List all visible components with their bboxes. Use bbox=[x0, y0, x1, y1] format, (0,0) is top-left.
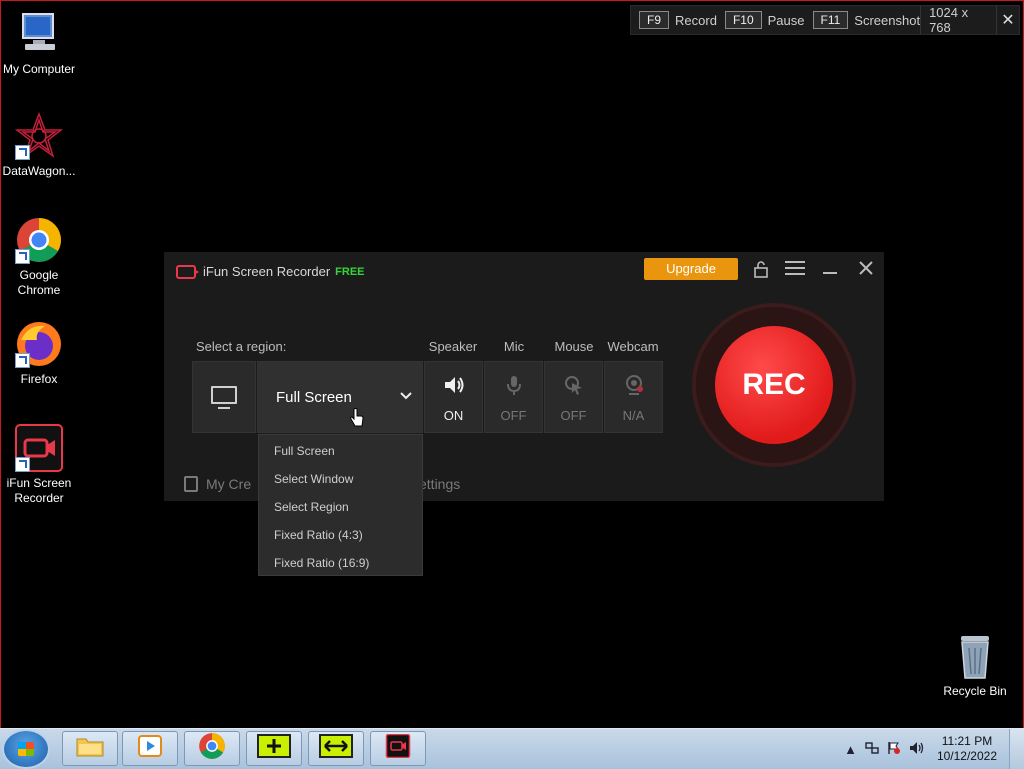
resolution-readout: 1024 x 768 bbox=[920, 5, 998, 35]
clock-time: 11:21 PM bbox=[941, 734, 993, 748]
rec-button[interactable]: REC bbox=[715, 326, 833, 444]
ifun-recorder-icon bbox=[385, 733, 411, 763]
record-hotkey-label: Record bbox=[675, 12, 717, 28]
menu-item-select-window[interactable]: Select Window bbox=[259, 465, 422, 493]
region-dropdown-menu: Full Screen Select Window Select Region … bbox=[258, 434, 423, 576]
webcam-label: Webcam bbox=[607, 339, 659, 354]
speaker-icon bbox=[425, 374, 482, 402]
app-name: iFun Screen Recorder bbox=[203, 264, 331, 279]
taskbar: ▲ 11:21 PM 10/12/2022 bbox=[0, 728, 1024, 769]
pause-hotkey-label: Pause bbox=[767, 12, 805, 28]
lock-icon[interactable] bbox=[753, 260, 769, 281]
monitor-button[interactable] bbox=[192, 361, 256, 433]
shortcut-arrow-icon bbox=[15, 145, 30, 160]
speaker-state: ON bbox=[443, 408, 464, 423]
taskbar-tool-plus[interactable] bbox=[246, 731, 302, 766]
monitor-icon bbox=[211, 386, 237, 409]
computer-icon bbox=[15, 10, 63, 58]
taskbar-explorer[interactable] bbox=[62, 731, 118, 766]
desktop-icon-label: iFun Screen Recorder bbox=[6, 476, 72, 505]
mic-toggle[interactable]: OFF bbox=[484, 361, 543, 433]
region-dropdown-value: Full Screen bbox=[276, 389, 352, 406]
my-creations-link[interactable]: My Cre bbox=[184, 476, 251, 492]
resize-arrows-icon bbox=[319, 734, 353, 763]
datawagon-icon bbox=[14, 111, 64, 160]
clock-date: 10/12/2022 bbox=[936, 749, 997, 763]
desktop-icon-my-computer[interactable]: My Computer bbox=[0, 10, 78, 77]
desktop-icon-label: My Computer bbox=[2, 62, 76, 76]
taskbar-tool-resize[interactable] bbox=[308, 731, 364, 766]
shortcut-arrow-icon bbox=[15, 249, 30, 264]
tray-expand-icon[interactable]: ▲ bbox=[844, 742, 857, 757]
desktop-icon-datawagon[interactable]: DataWagon... bbox=[0, 111, 78, 179]
ifun-recorder-icon bbox=[15, 424, 63, 472]
taskbar-ifun-recorder[interactable] bbox=[370, 731, 426, 766]
desktop-icon-label: DataWagon... bbox=[2, 164, 76, 178]
show-desktop-button[interactable] bbox=[1009, 729, 1024, 769]
clock[interactable]: 11:21 PM 10/12/2022 bbox=[937, 734, 997, 764]
region-label: Select a region: bbox=[196, 339, 287, 354]
mic-label: Mic bbox=[503, 339, 525, 354]
mouse-toggle[interactable]: OFF bbox=[544, 361, 603, 433]
start-button[interactable] bbox=[4, 731, 48, 767]
desktop-icon-firefox[interactable]: Firefox bbox=[0, 320, 78, 387]
action-center-flag-icon[interactable] bbox=[887, 741, 901, 758]
system-tray: ▲ 11:21 PM 10/12/2022 bbox=[840, 729, 1024, 769]
hotbar-close-icon[interactable]: ✕ bbox=[997, 10, 1019, 30]
desktop-icon-label: Firefox bbox=[20, 372, 58, 386]
record-hotkey: F9 bbox=[639, 11, 670, 29]
upgrade-button[interactable]: Upgrade bbox=[644, 258, 738, 280]
shortcut-arrow-icon bbox=[15, 353, 30, 368]
webcam-state: N/A bbox=[622, 408, 645, 423]
speaker-toggle[interactable]: ON bbox=[424, 361, 483, 433]
desktop-icon-label: Recycle Bin bbox=[943, 684, 1007, 698]
menu-item-select-region[interactable]: Select Region bbox=[259, 493, 422, 521]
settings-link[interactable]: ettings bbox=[419, 476, 460, 492]
desktop-icon-label: Google Chrome bbox=[17, 268, 61, 297]
chrome-icon bbox=[15, 216, 63, 264]
menu-icon[interactable] bbox=[784, 260, 806, 279]
webcam-toggle[interactable]: N/A bbox=[604, 361, 663, 433]
folder-icon bbox=[76, 735, 104, 762]
desktop-icon-ifun-recorder[interactable]: iFun Screen Recorder bbox=[0, 424, 78, 506]
mouse-click-icon bbox=[545, 374, 602, 402]
hand-cursor-icon bbox=[350, 408, 364, 433]
menu-item-full-screen[interactable]: Full Screen bbox=[259, 437, 422, 465]
mouse-state: OFF bbox=[560, 408, 587, 423]
list-icon bbox=[184, 476, 198, 492]
taskbar-media-player[interactable] bbox=[122, 731, 178, 766]
mic-state: OFF bbox=[500, 408, 527, 423]
region-dropdown[interactable]: Full Screen bbox=[257, 361, 423, 433]
rec-button-ring: REC bbox=[696, 307, 852, 463]
volume-icon[interactable] bbox=[909, 741, 925, 758]
menu-item-fixed-ratio-16-9[interactable]: Fixed Ratio (16:9) bbox=[259, 549, 422, 577]
menu-item-fixed-ratio-4-3[interactable]: Fixed Ratio (4:3) bbox=[259, 521, 422, 549]
desktop-icon-recycle-bin[interactable]: Recycle Bin bbox=[936, 632, 1014, 699]
screenshot-hotkey-label: Screenshot bbox=[854, 12, 921, 28]
mouse-label: Mouse bbox=[554, 339, 594, 354]
chrome-icon bbox=[198, 732, 226, 765]
webcam-icon bbox=[605, 374, 662, 402]
shortcut-arrow-icon bbox=[15, 457, 30, 472]
app-logo-icon bbox=[176, 264, 199, 279]
edition-badge: FREE bbox=[335, 265, 365, 278]
hotkey-bar: F9 Record F10 Pause F11 Screenshot 1024 … bbox=[630, 5, 1020, 35]
speaker-label: Speaker bbox=[428, 339, 478, 354]
minimize-icon[interactable] bbox=[822, 260, 838, 279]
app-title: iFun Screen Recorder FREE bbox=[176, 264, 365, 279]
close-icon[interactable] bbox=[858, 260, 874, 279]
taskbar-chrome[interactable] bbox=[184, 731, 240, 766]
media-player-icon bbox=[137, 734, 163, 763]
chevron-down-icon bbox=[400, 387, 412, 403]
desktop-icon-chrome[interactable]: Google Chrome bbox=[0, 216, 78, 298]
mic-icon bbox=[485, 374, 542, 402]
recycle-bin-icon bbox=[951, 632, 999, 680]
pause-hotkey: F10 bbox=[724, 11, 762, 29]
firefox-icon bbox=[15, 320, 63, 368]
plus-box-icon bbox=[257, 734, 291, 763]
screenshot-hotkey: F11 bbox=[812, 11, 849, 29]
network-icon[interactable] bbox=[865, 741, 879, 758]
